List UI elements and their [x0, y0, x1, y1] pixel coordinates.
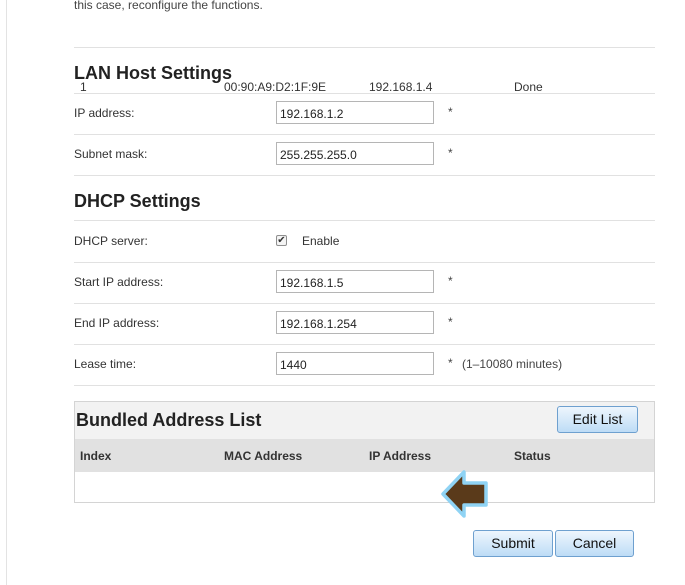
ip-address-input[interactable]: [276, 101, 434, 124]
subnet-mask-label: Subnet mask:: [74, 147, 148, 161]
start-ip-label: Start IP address:: [74, 275, 164, 289]
end-ip-input[interactable]: [276, 311, 434, 334]
divider: [74, 385, 655, 386]
cell-index: 1: [80, 80, 87, 94]
column-header-mac: MAC Address: [224, 449, 303, 463]
bundled-list-title: Bundled Address List: [76, 410, 262, 430]
column-header-index: Index: [80, 449, 112, 463]
cell-ip: 192.168.1.4: [369, 80, 433, 94]
annotation-arrow-icon: [441, 470, 488, 518]
cell-mac: 00:90:A9:D2:1F:9E: [224, 80, 327, 94]
required-mark: *: [448, 105, 453, 119]
divider: [74, 303, 655, 304]
divider: [74, 262, 655, 263]
subnet-mask-input[interactable]: [276, 142, 434, 165]
cancel-button[interactable]: Cancel: [555, 530, 634, 557]
divider: [74, 93, 655, 94]
dhcp-server-label: DHCP server:: [74, 234, 148, 248]
required-mark: *: [448, 146, 453, 160]
dhcp-section-title: DHCP Settings: [74, 191, 201, 211]
cell-status: Done: [514, 80, 543, 94]
lease-time-input[interactable]: [276, 352, 434, 375]
intro-text: this case, reconfigure the functions.: [74, 0, 263, 12]
required-mark: *: [448, 274, 453, 288]
dhcp-enable-checkbox[interactable]: ✔: [276, 235, 287, 246]
end-ip-label: End IP address:: [74, 316, 160, 330]
divider: [74, 344, 655, 345]
column-header-ip: IP Address: [369, 449, 432, 463]
column-header-status: Status: [514, 449, 551, 463]
page-left-border: [6, 0, 7, 585]
check-mark-icon: ✔: [277, 235, 286, 246]
lease-time-hint: (1–10080 minutes): [462, 357, 563, 371]
submit-button[interactable]: Submit: [473, 530, 553, 557]
start-ip-input[interactable]: [276, 270, 434, 293]
divider: [74, 175, 655, 176]
required-mark: *: [448, 315, 453, 329]
divider: [74, 134, 655, 135]
divider: [74, 47, 655, 48]
table-header: Index MAC Address IP Address Status: [75, 439, 654, 472]
required-mark: *: [448, 356, 453, 370]
dhcp-enable-label: Enable: [302, 234, 340, 248]
lan-section-title: LAN Host Settings: [74, 63, 233, 83]
divider: [74, 220, 655, 221]
ip-address-label: IP address:: [74, 106, 135, 120]
lease-time-label: Lease time:: [74, 357, 137, 371]
edit-list-button[interactable]: Edit List: [557, 406, 638, 433]
